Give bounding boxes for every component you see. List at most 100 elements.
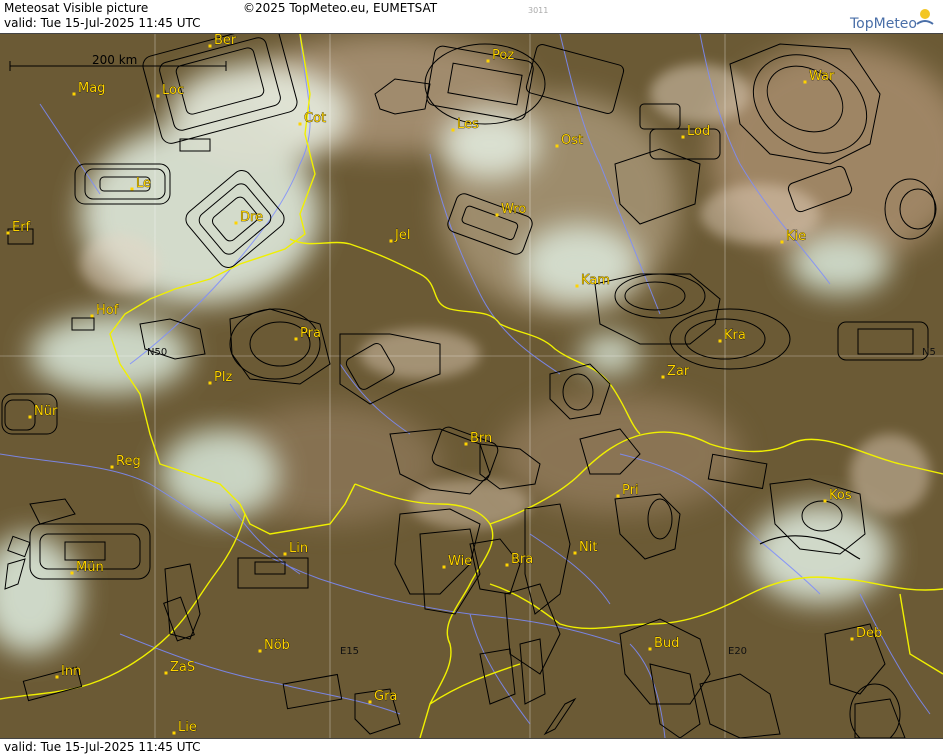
city-dot (555, 144, 559, 148)
city-dot (495, 213, 499, 217)
city-label: Pri (622, 483, 639, 498)
city-label: Lin (289, 541, 308, 556)
city-dot (451, 128, 455, 132)
city-mag: Mag (72, 81, 106, 96)
city-war: War (803, 69, 835, 84)
city-label: Kra (724, 328, 746, 343)
city-dot (164, 671, 168, 675)
city-bud: Bud (648, 636, 680, 651)
city-label: Mün (76, 560, 104, 575)
grid-label-n5: N5 (922, 347, 936, 358)
city-label: Nit (579, 540, 597, 555)
city-label: Deb (856, 626, 882, 641)
copyright-text: ©2025 TopMeteo.eu, EUMETSAT (243, 1, 438, 15)
satellite-background (0, 34, 943, 738)
product-title: Meteosat Visible picture (4, 1, 149, 15)
city-label: Poz (492, 48, 514, 63)
city-label: Bud (654, 636, 679, 651)
city-label: Loc (162, 83, 184, 98)
city-dot (803, 80, 807, 84)
city-deb: Deb (850, 626, 883, 641)
city-label: Erf (12, 220, 31, 235)
city-label: Kos (829, 488, 852, 503)
city-label: Dre (240, 210, 263, 225)
city-dot (110, 465, 114, 469)
city-dot (681, 135, 685, 139)
city-zas: ZaS (164, 660, 195, 675)
city-label: Plz (214, 370, 232, 385)
grid-label-n50: N50 (147, 347, 167, 358)
city-label: Kie (786, 229, 806, 244)
city-label: Gra (374, 689, 397, 704)
city-dot (780, 240, 784, 244)
city-dot (283, 552, 287, 556)
city-dot (616, 494, 620, 498)
city-dot (208, 44, 212, 48)
city-dot (72, 92, 76, 96)
city-label: Wro (501, 202, 526, 217)
city-dot (389, 239, 393, 243)
city-label: Inn (61, 664, 81, 679)
valid-time-bottom: valid: Tue 15-Jul-2025 11:45 UTC (4, 740, 201, 754)
city-mün: Mün (70, 560, 104, 575)
city-dot (575, 284, 579, 288)
city-label: Reg (116, 454, 141, 469)
city-wro: Wro (495, 202, 527, 217)
city-label: Lie (178, 720, 197, 735)
city-label: Le (136, 176, 151, 191)
grid-label-e15: E15 (340, 646, 359, 657)
grid-label-e20: E20 (728, 646, 747, 657)
scale-label: 200 km (92, 53, 137, 67)
header-bar: Meteosat Visible picture valid: Tue 15-J… (0, 0, 943, 34)
city-label: Mag (78, 81, 105, 96)
city-label: Ost (561, 133, 583, 148)
city-dot (294, 337, 298, 341)
city-label: Jel (394, 228, 410, 243)
city-dot (486, 59, 490, 63)
city-label: Bra (511, 552, 533, 567)
city-nöb: Nöb (258, 638, 290, 653)
city-dot (661, 375, 665, 379)
city-label: Wie (448, 554, 472, 569)
page: Meteosat Visible picture valid: Tue 15-J… (0, 0, 943, 754)
city-dot (234, 221, 238, 225)
city-dot (156, 94, 160, 98)
city-label: Zar (667, 364, 690, 379)
valid-time-top: valid: Tue 15-Jul-2025 11:45 UTC (4, 16, 201, 30)
satellite-map[interactable]: 200 km N50 N5 E15 E20 Ber Poz War Mag Loc Cot… (0, 34, 943, 738)
city-label: Les (457, 117, 479, 132)
city-dot (70, 571, 74, 575)
city-label: ZaS (170, 660, 195, 675)
city-label: Brn (470, 431, 492, 446)
city-dot (172, 731, 176, 735)
city-label: Nür (34, 404, 58, 419)
brand-name: TopMeteo (850, 16, 917, 32)
brand-sun-icon (916, 9, 934, 25)
city-reg: Reg (110, 454, 141, 469)
city-label: Pra (300, 326, 321, 341)
city-dot (298, 122, 302, 126)
city-dot (823, 499, 827, 503)
city-label: War (809, 69, 835, 84)
city-dot (208, 381, 212, 385)
city-dot (130, 187, 134, 191)
city-dot (505, 563, 509, 567)
city-dot (464, 442, 468, 446)
city-label: Ber (214, 34, 237, 48)
city-dot (258, 649, 262, 653)
city-dot (573, 551, 577, 555)
city-label: Hof (96, 303, 119, 318)
image-code: 3011 (528, 6, 549, 15)
city-dot (850, 637, 854, 641)
city-dot (55, 675, 59, 679)
city-label: Cot (304, 111, 326, 126)
city-label: Lod (687, 124, 710, 139)
city-dot (718, 339, 722, 343)
city-label: Nöb (264, 638, 290, 653)
footer-bar: valid: Tue 15-Jul-2025 11:45 UTC (0, 738, 943, 754)
city-kam: Kam (575, 273, 610, 288)
city-dot (28, 415, 32, 419)
city-dot (648, 647, 652, 651)
city-label: Kam (581, 273, 610, 288)
city-dot (6, 231, 10, 235)
